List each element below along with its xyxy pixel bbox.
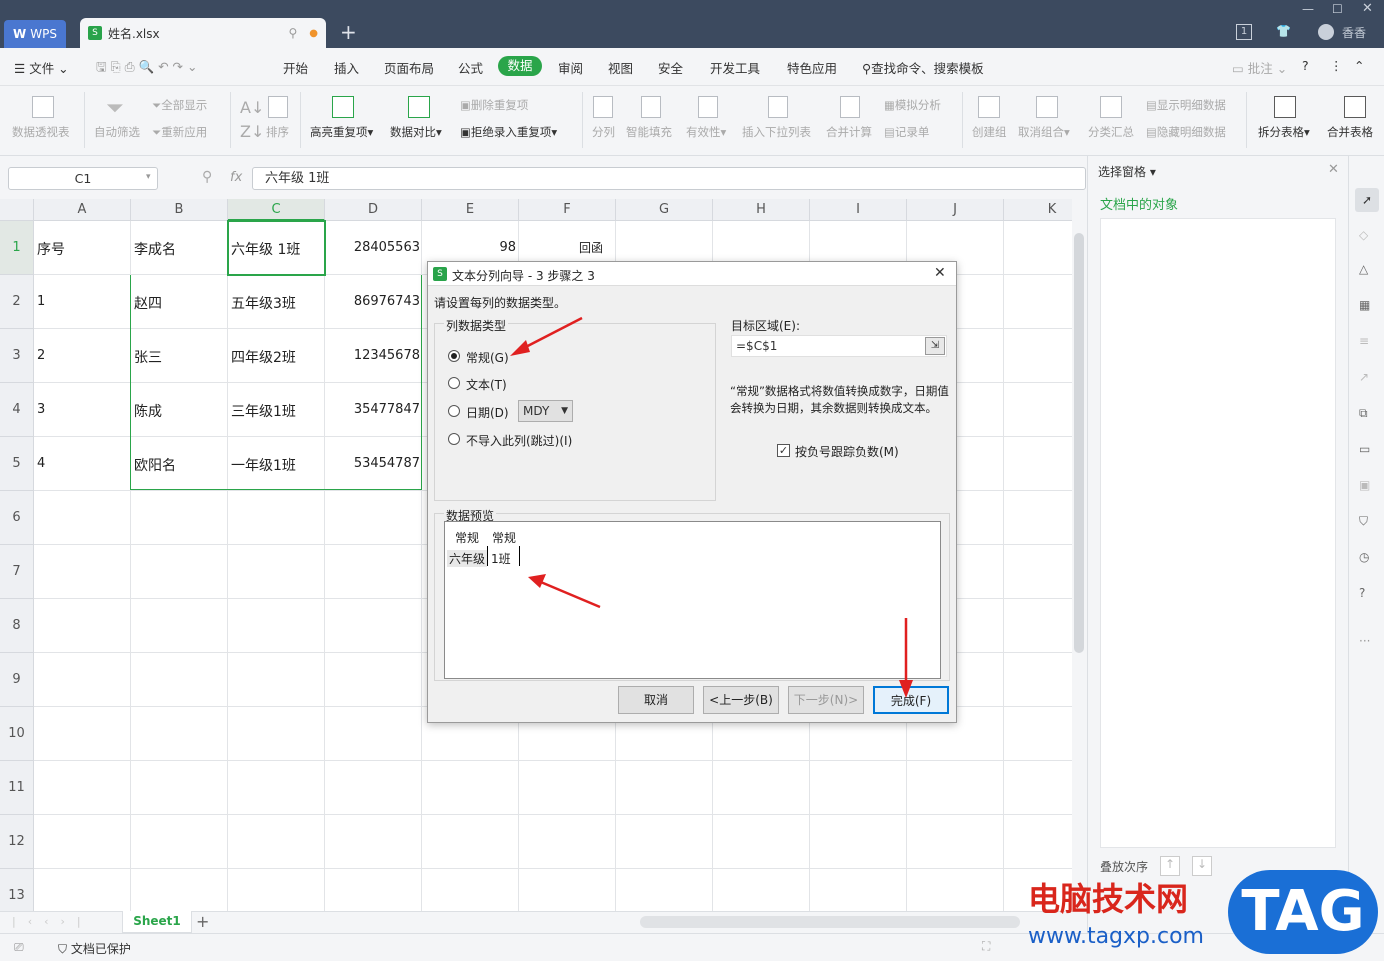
arrow-to-finish	[899, 618, 913, 698]
arrow-to-preview	[528, 574, 601, 609]
arrow-to-general	[510, 316, 583, 356]
watermark-url: www.tagxp.com	[1028, 924, 1204, 949]
annotation-arrows	[510, 316, 913, 698]
watermark-logo: TAG	[1228, 870, 1378, 954]
watermark-text: 电脑技术网	[1028, 880, 1189, 918]
